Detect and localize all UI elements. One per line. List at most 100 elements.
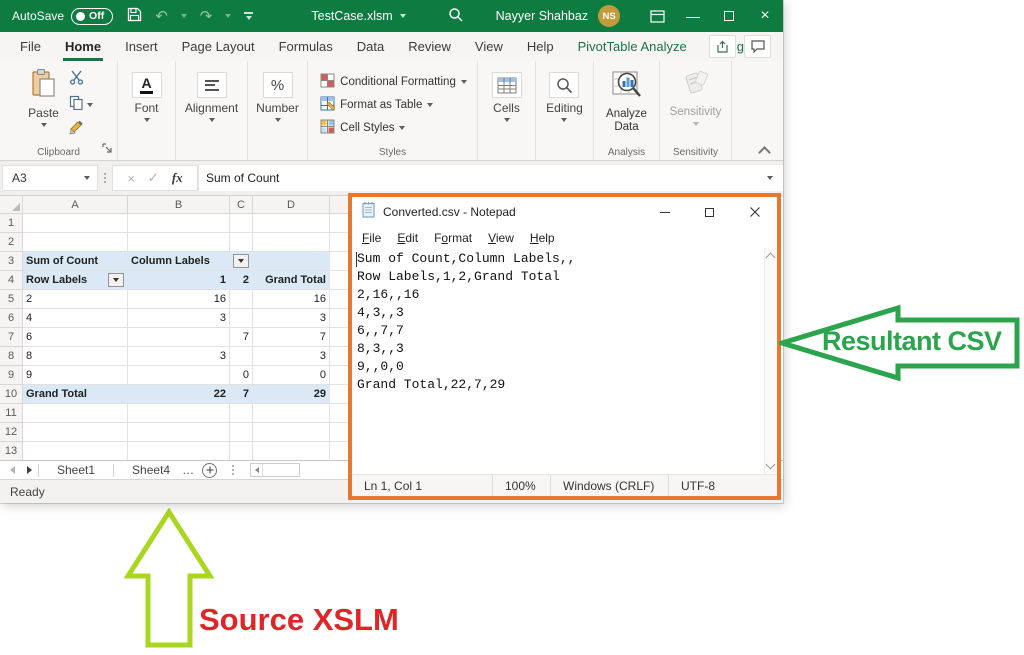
row-header[interactable]: 5 [0, 290, 23, 309]
row-header[interactable]: 8 [0, 347, 23, 366]
document-title[interactable]: TestCase.xlsm [311, 9, 392, 23]
number-button[interactable]: % Number [250, 66, 305, 144]
menu-help[interactable]: Help [522, 231, 563, 245]
column-header-a[interactable]: A [23, 196, 128, 214]
ribbon-display-options-icon[interactable] [639, 0, 675, 32]
horizontal-scrollbar[interactable] [250, 463, 300, 477]
customize-quick-access-icon[interactable] [244, 12, 253, 20]
column-header-d[interactable]: D [253, 196, 330, 214]
tab-formulas[interactable]: Formulas [267, 32, 345, 61]
maximize-button[interactable] [711, 0, 747, 32]
scroll-left-icon[interactable] [251, 464, 263, 476]
cell-d3[interactable] [253, 252, 330, 271]
sheet-overflow-indicator[interactable]: … [182, 463, 194, 477]
row-header[interactable]: 6 [0, 309, 23, 328]
cell-b3[interactable]: Column Labels [128, 252, 230, 271]
enter-icon[interactable]: ✓ [148, 170, 159, 186]
cells-button[interactable]: Cells [486, 66, 528, 144]
notepad-close-button[interactable] [732, 197, 777, 227]
paste-button[interactable]: Paste [22, 66, 65, 144]
new-sheet-button[interactable] [202, 463, 217, 478]
notepad-text-area[interactable]: Sum of Count,Column Labels,, Row Labels,… [352, 248, 777, 474]
cell-styles-button[interactable]: Cell Styles [320, 119, 467, 137]
cell-c9[interactable]: 0 [230, 366, 253, 385]
editing-button[interactable]: Editing [540, 66, 589, 144]
name-box[interactable]: A3 [2, 165, 98, 191]
tab-insert[interactable]: Insert [113, 32, 170, 61]
cell-a7[interactable]: 6 [23, 328, 128, 347]
cells-dropdown-icon[interactable] [504, 118, 510, 122]
sheet-tab-sheet4[interactable]: Sheet4 [120, 463, 182, 477]
formula-input[interactable]: Sum of Count [198, 165, 757, 191]
cell-c10[interactable]: 7 [230, 385, 253, 404]
sheet-nav-prev-icon[interactable] [10, 466, 15, 474]
tab-view[interactable]: View [463, 32, 515, 61]
sheet-tab-sheet1[interactable]: Sheet1 [45, 463, 107, 477]
cell-b8[interactable]: 3 [128, 347, 230, 366]
menu-view[interactable]: View [480, 231, 522, 245]
minimize-button[interactable]: — [675, 0, 711, 32]
row-header[interactable]: 11 [0, 404, 23, 423]
menu-edit[interactable]: Edit [389, 231, 426, 245]
cell-d9[interactable]: 0 [253, 366, 330, 385]
font-button[interactable]: A Font [126, 66, 168, 144]
row-header[interactable]: 4 [0, 271, 23, 290]
avatar[interactable]: NS [598, 5, 620, 27]
format-as-table-button[interactable]: Format as Table [320, 96, 467, 114]
conditional-formatting-dropdown-icon[interactable] [461, 80, 467, 84]
comment-button[interactable] [744, 35, 771, 58]
row-header[interactable]: 9 [0, 366, 23, 385]
scroll-up-icon[interactable] [767, 252, 775, 260]
paste-dropdown-icon[interactable] [41, 123, 47, 127]
cell-d6[interactable]: 3 [253, 309, 330, 328]
menu-format[interactable]: Format [426, 231, 480, 245]
tab-help[interactable]: Help [515, 32, 566, 61]
column-header-e[interactable] [330, 196, 348, 214]
cell-d8[interactable]: 3 [253, 347, 330, 366]
tab-page-layout[interactable]: Page Layout [170, 32, 267, 61]
select-all-corner[interactable] [0, 196, 23, 214]
copy-dropdown-icon[interactable] [87, 103, 93, 107]
undo-icon[interactable]: ↶ [155, 9, 168, 24]
row-header[interactable]: 7 [0, 328, 23, 347]
cell-a5[interactable]: 2 [23, 290, 128, 309]
cell-d7[interactable]: 7 [253, 328, 330, 347]
autosave-toggle[interactable]: Off [71, 8, 113, 25]
menu-file[interactable]: File [354, 231, 389, 245]
row-labels-filter-dropdown[interactable] [108, 273, 124, 287]
cell-d10[interactable]: 29 [253, 385, 330, 404]
cell-c4[interactable]: 2 [230, 271, 253, 290]
cell-d5[interactable]: 16 [253, 290, 330, 309]
column-header-b[interactable]: B [128, 196, 230, 214]
cell-b5[interactable]: 16 [128, 290, 230, 309]
notepad-minimize-button[interactable] [642, 197, 687, 227]
column-header-c[interactable]: C [230, 196, 253, 214]
tab-home[interactable]: Home [53, 32, 113, 61]
save-icon[interactable] [127, 7, 142, 25]
tab-file[interactable]: File [8, 32, 53, 61]
row-header[interactable]: 1 [0, 214, 23, 233]
cell-b6[interactable]: 3 [128, 309, 230, 328]
cell-b10[interactable]: 22 [128, 385, 230, 404]
close-button[interactable]: × [747, 0, 783, 32]
undo-dropdown-icon[interactable] [181, 14, 187, 18]
collapse-ribbon-icon[interactable] [760, 145, 769, 154]
formula-bar-drag-handle[interactable] [98, 173, 112, 183]
cut-icon[interactable] [69, 70, 84, 90]
row-header[interactable]: 10 [0, 385, 23, 404]
number-dropdown-icon[interactable] [275, 118, 281, 122]
cell-b4[interactable]: 1 [128, 271, 230, 290]
name-box-dropdown-icon[interactable] [84, 176, 90, 180]
sheet-nav-next-icon[interactable] [27, 466, 32, 474]
conditional-formatting-button[interactable]: Conditional Formatting [320, 73, 467, 91]
clipboard-dialog-launcher-icon[interactable] [102, 140, 112, 158]
row-header[interactable]: 2 [0, 233, 23, 252]
column-labels-filter-dropdown[interactable] [233, 254, 249, 268]
cancel-icon[interactable]: × [127, 171, 135, 186]
insert-function-icon[interactable]: fx [172, 170, 183, 186]
sensitivity-button[interactable]: Sensitivity [664, 66, 728, 144]
formula-bar-expand-icon[interactable] [757, 165, 783, 191]
share-button[interactable] [709, 35, 736, 58]
tab-review[interactable]: Review [396, 32, 463, 61]
search-icon[interactable] [448, 7, 464, 26]
